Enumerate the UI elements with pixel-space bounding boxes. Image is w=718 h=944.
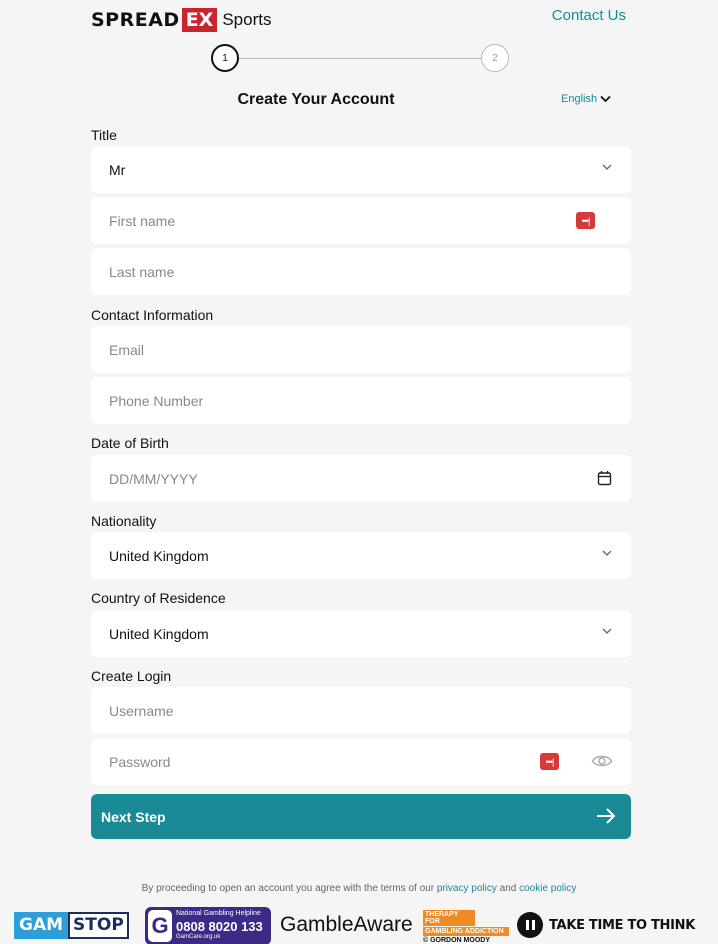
title-value: Mr — [109, 161, 126, 178]
take-time-text: TAKE TIME TO THINK — [549, 917, 696, 933]
gordon-moody-logo[interactable]: THERAPY FOR GAMBLING ADDICTION © GORDON … — [423, 910, 509, 944]
first-name-placeholder: First name — [109, 212, 176, 229]
contact-info-label: Contact Information — [91, 307, 214, 323]
helpline-site: GamCare.org.uk — [176, 934, 221, 940]
eye-icon[interactable] — [591, 753, 613, 769]
chevron-down-icon — [602, 164, 612, 170]
last-name-placeholder: Last name — [109, 263, 175, 280]
cookie-policy-link[interactable]: cookie policy — [519, 883, 576, 894]
email-placeholder: Email — [109, 341, 145, 358]
logo-ex: EX — [181, 8, 218, 32]
phone-input[interactable]: Phone Number — [91, 377, 631, 424]
residence-value: United Kingdom — [109, 625, 209, 642]
residence-label: Country of Residence — [91, 590, 226, 606]
next-step-label: Next Step — [101, 808, 166, 825]
password-manager-icon[interactable]: •••| — [540, 753, 559, 770]
helpline-number: 0808 8020 133 — [176, 919, 263, 934]
email-input[interactable]: Email — [91, 326, 631, 373]
pause-icon — [517, 912, 543, 938]
title-select[interactable]: Mr — [91, 146, 631, 193]
calendar-icon[interactable] — [597, 470, 612, 486]
phone-placeholder: Phone Number — [109, 392, 204, 409]
gordon-line1: THERAPY FOR — [423, 910, 475, 926]
next-step-button[interactable]: Next Step — [91, 794, 631, 839]
last-name-input[interactable]: Last name — [91, 248, 631, 295]
create-login-label: Create Login — [91, 668, 172, 684]
gamcare-g-icon: G — [148, 910, 172, 942]
chevron-down-icon — [602, 628, 612, 634]
progress-stepper: 1 2 — [211, 44, 509, 74]
step-1: 1 — [211, 44, 239, 72]
gambling-helpline-logo[interactable]: G National Gambling Helpline 0808 8020 1… — [145, 907, 271, 944]
username-placeholder: Username — [109, 702, 174, 719]
dob-input[interactable]: DD/MM/YYYY — [91, 455, 631, 502]
terms-prefix: By proceeding to open an account you agr… — [141, 883, 435, 894]
page-title: Create Your Account — [237, 91, 395, 108]
residence-select[interactable]: United Kingdom — [91, 610, 631, 657]
gambleaware-aware: Aware — [353, 913, 413, 936]
chevron-down-icon — [602, 550, 612, 556]
gambleaware-logo[interactable]: GambleAware — [280, 913, 413, 937]
logo-sports: Sports — [222, 10, 272, 29]
take-time-to-think-logo[interactable]: TAKE TIME TO THINK — [517, 912, 695, 938]
nationality-value: United Kingdom — [109, 547, 209, 564]
gordon-line3: © GORDON MOODY — [423, 937, 490, 944]
logo-spread: SPREAD — [91, 9, 180, 31]
chevron-down-icon — [600, 95, 611, 103]
spreadex-logo[interactable]: SPREAD EX Sports — [91, 8, 271, 32]
dob-placeholder: DD/MM/YYYY — [109, 470, 198, 487]
first-name-input[interactable]: First name •••| — [91, 197, 631, 244]
dob-label: Date of Birth — [91, 435, 169, 451]
password-manager-icon[interactable]: •••| — [576, 212, 595, 229]
language-selector[interactable]: English — [561, 93, 611, 105]
gamstop-logo[interactable]: GAM STOP — [14, 912, 129, 939]
language-label: English — [561, 93, 598, 105]
username-input[interactable]: Username — [91, 687, 631, 734]
terms-and: and — [499, 883, 517, 894]
stepper-line — [239, 58, 481, 59]
responsible-gambling-logos: GAM STOP G National Gambling Helpline 08… — [0, 904, 718, 944]
gambleaware-gamble: Gamble — [280, 913, 354, 936]
gamstop-stop: STOP — [68, 912, 129, 939]
privacy-policy-link[interactable]: privacy policy — [437, 883, 497, 894]
nationality-label: Nationality — [91, 513, 157, 529]
title-label: Title — [91, 127, 117, 143]
contact-us-link[interactable]: Contact Us — [552, 7, 626, 24]
nationality-select[interactable]: United Kingdom — [91, 532, 631, 579]
arrow-right-icon — [597, 808, 616, 824]
helpline-title: National Gambling Helpline — [176, 910, 261, 917]
terms-text: By proceeding to open an account you agr… — [0, 883, 718, 894]
gamstop-gam: GAM — [14, 912, 69, 939]
step-2: 2 — [481, 44, 509, 72]
password-input[interactable]: Password •••| — [91, 738, 631, 785]
gordon-line2: GAMBLING ADDICTION — [423, 927, 509, 936]
